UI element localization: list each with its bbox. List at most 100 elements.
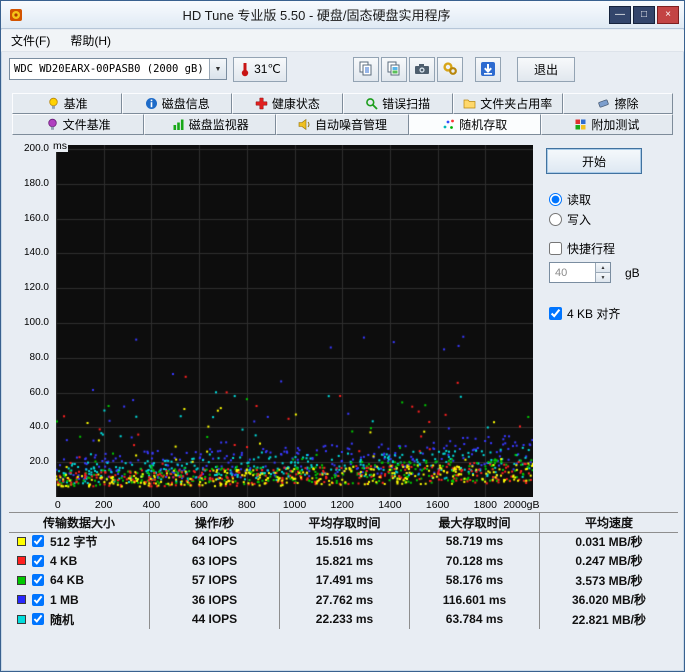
col-header-speed: 平均速度	[539, 512, 678, 533]
series-toggle-checkbox[interactable]	[32, 535, 44, 548]
spin-down-icon[interactable]: ▼	[596, 272, 610, 282]
avg-access-value: 17.491 ms	[279, 570, 409, 590]
speaker-icon	[298, 118, 311, 131]
tab-file-benchmark[interactable]: 文件基准	[12, 114, 145, 135]
camera-icon	[415, 64, 429, 74]
read-radio[interactable]	[549, 193, 562, 206]
temperature-value: 31℃	[254, 62, 281, 76]
avg-speed-value: 22.821 MB/秒	[539, 609, 678, 629]
bar-chart-icon	[172, 118, 185, 131]
tab-noise-management[interactable]: 自动噪音管理	[276, 114, 409, 135]
max-access-value: 63.784 ms	[409, 609, 539, 629]
app-icon	[10, 8, 22, 21]
col-header-max: 最大存取时间	[409, 512, 539, 533]
iops-value: 63 IOPS	[149, 551, 279, 571]
copy-text-icon	[359, 61, 372, 76]
max-access-value: 70.128 ms	[409, 551, 539, 571]
window-title: HD Tune 专业版 5.50 - 硬盘/固态硬盘实用程序	[182, 8, 451, 23]
y-axis-tick: 100.0	[23, 317, 49, 328]
align-4kb-checkbox[interactable]	[549, 307, 562, 320]
read-option: 读取	[549, 191, 591, 208]
window-controls: — □ ×	[609, 5, 679, 24]
menu-help[interactable]: 帮助(H)	[60, 29, 121, 52]
avg-access-value: 15.516 ms	[279, 531, 409, 551]
short-stroke-checkbox[interactable]	[549, 242, 562, 255]
results-table: 传输数据大小 操作/秒 平均存取时间 最大存取时间 平均速度 512 字节 64…	[9, 512, 678, 629]
row-label-cell: 1 MB	[9, 590, 149, 610]
tab-strip: 基准 磁盘信息 健康状态 错误扫描 文件夹占用率 擦除 文件基准 磁盘监视器 自…	[12, 93, 674, 135]
row-label-cell: 64 KB	[9, 571, 149, 591]
series-toggle-checkbox[interactable]	[32, 593, 44, 606]
short-stroke-value-input[interactable]	[550, 263, 595, 282]
spin-up-icon[interactable]: ▲	[596, 263, 610, 272]
tab-label: 自动噪音管理	[315, 118, 388, 132]
write-label: 写入	[567, 213, 592, 227]
tab-disk-monitor[interactable]: 磁盘监视器	[144, 114, 277, 135]
series-toggle-checkbox[interactable]	[32, 554, 44, 567]
series-label: 1 MB	[50, 592, 79, 607]
options-button[interactable]	[437, 56, 463, 82]
download-arrow-icon	[481, 62, 495, 76]
series-color-swatch	[17, 595, 26, 605]
close-button[interactable]: ×	[657, 5, 679, 24]
series-toggle-checkbox[interactable]	[32, 613, 44, 626]
series-color-swatch	[17, 536, 26, 546]
tab-benchmark[interactable]: 基准	[12, 93, 123, 114]
tab-label: 基准	[63, 97, 88, 111]
series-label: 4 KB	[50, 553, 78, 568]
screenshot-button[interactable]	[409, 56, 435, 82]
x-axis-tick: 800	[238, 499, 256, 511]
tab-health[interactable]: 健康状态	[232, 93, 343, 114]
y-axis-tick: 80.0	[29, 351, 49, 363]
save-results-button[interactable]	[475, 56, 501, 82]
copy-image-button[interactable]	[381, 56, 407, 82]
short-stroke-option: 快捷行程	[549, 240, 615, 257]
series-color-swatch	[17, 575, 26, 585]
write-option: 写入	[549, 211, 591, 228]
menu-file[interactable]: 文件(F)	[1, 29, 60, 52]
tab-random-access[interactable]: 随机存取	[408, 114, 541, 135]
tab-error-scan[interactable]: 错误扫描	[342, 93, 453, 114]
folder-icon	[463, 97, 476, 110]
random-access-scatter-chart	[56, 145, 533, 497]
copy-text-button[interactable]	[353, 56, 379, 82]
row-label-cell: 512 字节	[9, 532, 149, 552]
tab-disk-info[interactable]: 磁盘信息	[122, 93, 233, 114]
exit-button[interactable]: 退出	[517, 56, 575, 82]
maximize-button[interactable]: □	[633, 5, 655, 24]
tab-extra-tests[interactable]: 附加测试	[540, 114, 674, 135]
y-axis-tick: 120.0	[23, 282, 49, 294]
drive-select-value: WDC WD20EARX-00PASB0 (2000 gB)	[14, 63, 204, 75]
avg-speed-value: 36.020 MB/秒	[539, 590, 678, 610]
col-header-size: 传输数据大小	[9, 512, 149, 533]
x-axis-tick: 1000	[282, 499, 307, 511]
series-toggle-checkbox[interactable]	[32, 574, 44, 587]
minimize-button[interactable]: —	[609, 5, 631, 24]
y-axis-tick: 160.0	[23, 212, 49, 224]
x-axis-tick: 1400	[378, 499, 402, 511]
chart-area: ms 200.0 180.0 160.0 140.0 120.0 100.0 80.0 60.…	[9, 139, 541, 513]
gear-icon	[443, 62, 457, 75]
series-color-swatch	[17, 556, 26, 566]
tab-erase[interactable]: 擦除	[562, 93, 674, 114]
x-axis-tick: 600	[190, 499, 208, 511]
iops-value: 44 IOPS	[149, 609, 279, 629]
row-label-cell: 4 KB	[9, 551, 149, 571]
start-button[interactable]: 开始	[546, 148, 642, 174]
drive-select[interactable]: WDC WD20EARX-00PASB0 (2000 gB) ▼	[9, 58, 227, 80]
y-axis-unit: ms	[52, 140, 68, 152]
align-option: 4 KB 对齐	[549, 305, 620, 322]
temperature-button[interactable]: 31℃	[233, 56, 287, 82]
x-axis-tick: 0	[54, 499, 61, 511]
iops-value: 36 IOPS	[149, 590, 279, 610]
series-color-swatch	[17, 614, 26, 624]
tab-folder-usage[interactable]: 文件夹占用率	[452, 93, 563, 114]
scatter-dots-icon	[442, 118, 455, 131]
write-radio[interactable]	[549, 213, 562, 226]
y-axis-tick: 140.0	[23, 247, 49, 259]
align-4kb-label: 4 KB 对齐	[567, 307, 621, 321]
series-label: 512 字节	[50, 534, 98, 549]
tab-label: 擦除	[614, 97, 639, 111]
chevron-down-icon[interactable]: ▼	[209, 59, 226, 79]
y-axis-tick: 180.0	[23, 177, 49, 189]
